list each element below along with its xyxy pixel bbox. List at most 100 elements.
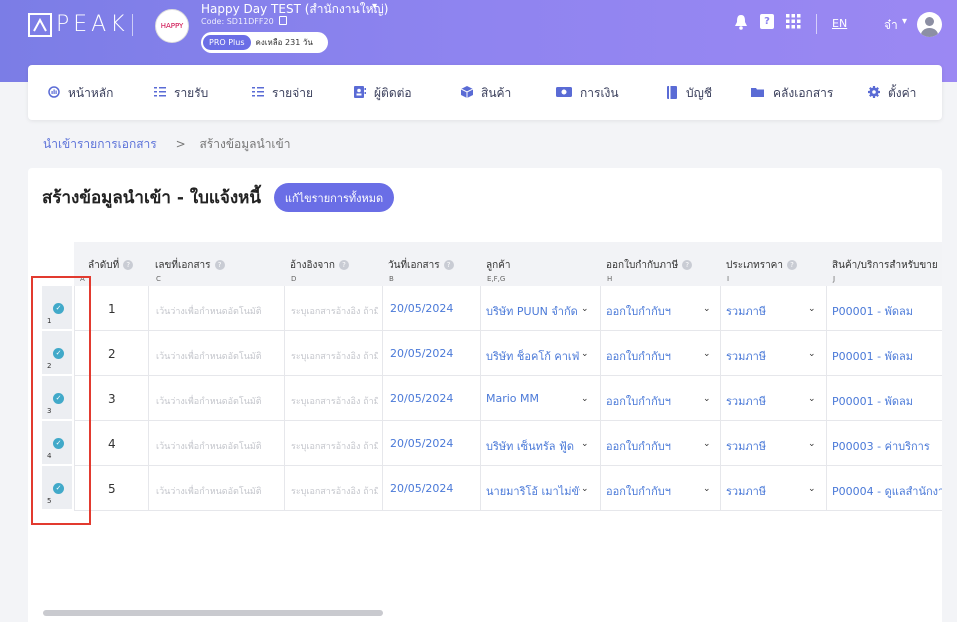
nav-item-accounting[interactable]: บัญชี (666, 84, 712, 103)
nav-item-settings[interactable]: ตั้งค่า (868, 84, 916, 103)
reference-input[interactable]: ระบุเอกสารอ้างอิง ถ้ามี (291, 394, 378, 408)
customer-select[interactable]: นายมาริโอ้ เมาไม่ขับ (486, 482, 580, 500)
customer-select[interactable]: บริษัท PUUN จำกัด (486, 302, 580, 320)
reference-input[interactable]: ระบุเอกสารอ้างอิง ถ้ามี (291, 304, 378, 318)
cell-sequence[interactable]: 2 (108, 347, 116, 361)
tax-invoice-select[interactable]: ออกใบกำกับฯ (606, 347, 671, 365)
reference-input[interactable]: ระบุเอกสารอ้างอิง ถ้ามี (291, 484, 378, 498)
chevron-down-icon[interactable]: ⌄ (581, 484, 589, 494)
help-icon[interactable]: ? (682, 260, 693, 270)
language-switch[interactable]: EN (832, 17, 847, 30)
date-input[interactable]: 20/05/2024 (390, 347, 453, 360)
user-avatar[interactable] (917, 12, 942, 37)
chevron-down-icon[interactable]: ⌄ (808, 304, 816, 314)
cell-sequence[interactable]: 4 (108, 437, 116, 451)
bell-icon[interactable] (734, 14, 748, 34)
help-icon[interactable]: ? (760, 14, 774, 29)
doc-no-input[interactable]: เว้นว่างเพื่อกำหนดอัตโนมัติ (156, 439, 280, 453)
column-letter: E,F,G (487, 275, 506, 283)
nav-item-expense[interactable]: รายจ่าย (252, 84, 313, 103)
copy-icon[interactable] (279, 16, 287, 25)
chevron-down-icon[interactable]: ⌄ (808, 349, 816, 359)
help-icon[interactable]: ? (123, 260, 134, 270)
cell-sequence[interactable]: 3 (108, 392, 116, 406)
cell-sequence[interactable]: 1 (108, 302, 116, 316)
price-type-select[interactable]: รวมภาษี (726, 347, 766, 365)
company-chevron-down-icon[interactable]: ▾ (372, 1, 377, 12)
chevron-down-icon[interactable]: ⌄ (581, 439, 589, 449)
chevron-down-icon[interactable]: ⌄ (808, 439, 816, 449)
nav-item-income[interactable]: รายรับ (154, 84, 208, 103)
edit-all-button[interactable]: แก้ไขรายการทั้งหมด (274, 183, 394, 212)
column-divider (720, 286, 721, 511)
nav-label: คลังเอกสาร (773, 86, 834, 100)
customer-select[interactable]: บริษัท ช็อคโก้ คาเฟ่ (486, 347, 580, 365)
nav-item-finance[interactable]: การเงิน (556, 84, 619, 103)
product-select[interactable]: P00004 - ดูแลสำนักงาน (832, 482, 942, 500)
nav-item-documents[interactable]: คลังเอกสาร (751, 84, 833, 103)
main-nav: หน้าหลัก รายรับ รายจ่าย ผู้ติดต่อ สินค้า… (28, 65, 942, 120)
help-icon[interactable]: ? (443, 260, 454, 270)
tax-invoice-select[interactable]: ออกใบกำกับฯ (606, 302, 671, 320)
nav-label: รายจ่าย (272, 86, 314, 100)
customer-select[interactable]: Mario MM (486, 392, 580, 405)
nav-item-products[interactable]: สินค้า (460, 84, 511, 103)
doc-no-input[interactable]: เว้นว่างเพื่อกำหนดอัตโนมัติ (156, 304, 280, 318)
column-divider (826, 286, 827, 511)
product-select[interactable]: P00001 - พัดลม (832, 347, 942, 365)
tax-invoice-select[interactable]: ออกใบกำกับฯ (606, 392, 671, 410)
peak-logo-text: PEAK (56, 12, 129, 37)
price-type-select[interactable]: รวมภาษี (726, 482, 766, 500)
nav-label: รายรับ (174, 86, 209, 100)
company-logo[interactable]: HAPPY (155, 9, 189, 43)
row-divider (74, 330, 942, 331)
breadcrumb-link-import-list[interactable]: นำเข้ารายการเอกสาร (43, 137, 157, 151)
column-label: ออกใบกำกับภาษี (606, 260, 679, 271)
doc-no-input[interactable]: เว้นว่างเพื่อกำหนดอัตโนมัติ (156, 484, 280, 498)
chevron-down-icon[interactable]: ⌄ (703, 394, 711, 404)
chevron-down-icon[interactable]: ⌄ (581, 304, 589, 314)
help-icon[interactable]: ? (214, 260, 225, 270)
user-name[interactable]: จ๋า (884, 16, 898, 35)
chevron-down-icon[interactable]: ⌄ (703, 484, 711, 494)
chevron-down-icon[interactable]: ⌄ (703, 439, 711, 449)
chevron-down-icon[interactable]: ⌄ (581, 349, 589, 359)
reference-input[interactable]: ระบุเอกสารอ้างอิง ถ้ามี (291, 439, 378, 453)
nav-item-contacts[interactable]: ผู้ติดต่อ (354, 84, 412, 103)
nav-label: บัญชี (686, 86, 712, 100)
cell-sequence[interactable]: 5 (108, 482, 116, 496)
header-divider (816, 14, 817, 34)
product-select[interactable]: P00001 - พัดลม (832, 392, 942, 410)
date-input[interactable]: 20/05/2024 (390, 437, 453, 450)
date-input[interactable]: 20/05/2024 (390, 392, 453, 405)
chevron-down-icon[interactable]: ⌄ (808, 484, 816, 494)
reference-input[interactable]: ระบุเอกสารอ้างอิง ถ้ามี (291, 349, 378, 363)
product-select[interactable]: P00001 - พัดลม (832, 302, 942, 320)
date-input[interactable]: 20/05/2024 (390, 302, 453, 315)
chevron-down-icon[interactable]: ⌄ (808, 394, 816, 404)
row-divider (74, 375, 942, 376)
date-input[interactable]: 20/05/2024 (390, 482, 453, 495)
chevron-down-icon[interactable]: ⌄ (703, 349, 711, 359)
tax-invoice-select[interactable]: ออกใบกำกับฯ (606, 482, 671, 500)
price-type-select[interactable]: รวมภาษี (726, 437, 766, 455)
help-icon[interactable]: ? (786, 260, 797, 270)
status-column-highlight (31, 276, 91, 525)
peak-logo[interactable]: PEAK (28, 12, 129, 37)
price-type-select[interactable]: รวมภาษี (726, 392, 766, 410)
nav-label: การเงิน (580, 86, 619, 100)
user-chevron-down-icon[interactable]: ▾ (902, 16, 907, 27)
customer-select[interactable]: บริษัท เซ็นทรัล ฟู้ด (486, 437, 580, 455)
chevron-down-icon[interactable]: ⌄ (703, 304, 711, 314)
price-type-select[interactable]: รวมภาษี (726, 302, 766, 320)
column-divider (600, 286, 601, 511)
tax-invoice-select[interactable]: ออกใบกำกับฯ (606, 437, 671, 455)
nav-item-home[interactable]: หน้าหลัก (48, 84, 113, 103)
chevron-down-icon[interactable]: ⌄ (581, 394, 589, 404)
product-select[interactable]: P00003 - ค่าบริการ (832, 437, 942, 455)
doc-no-input[interactable]: เว้นว่างเพื่อกำหนดอัตโนมัติ (156, 394, 280, 408)
horizontal-scrollbar[interactable] (43, 610, 383, 616)
apps-grid-icon[interactable] (786, 14, 801, 33)
doc-no-input[interactable]: เว้นว่างเพื่อกำหนดอัตโนมัติ (156, 349, 280, 363)
help-icon[interactable]: ? (338, 260, 349, 270)
